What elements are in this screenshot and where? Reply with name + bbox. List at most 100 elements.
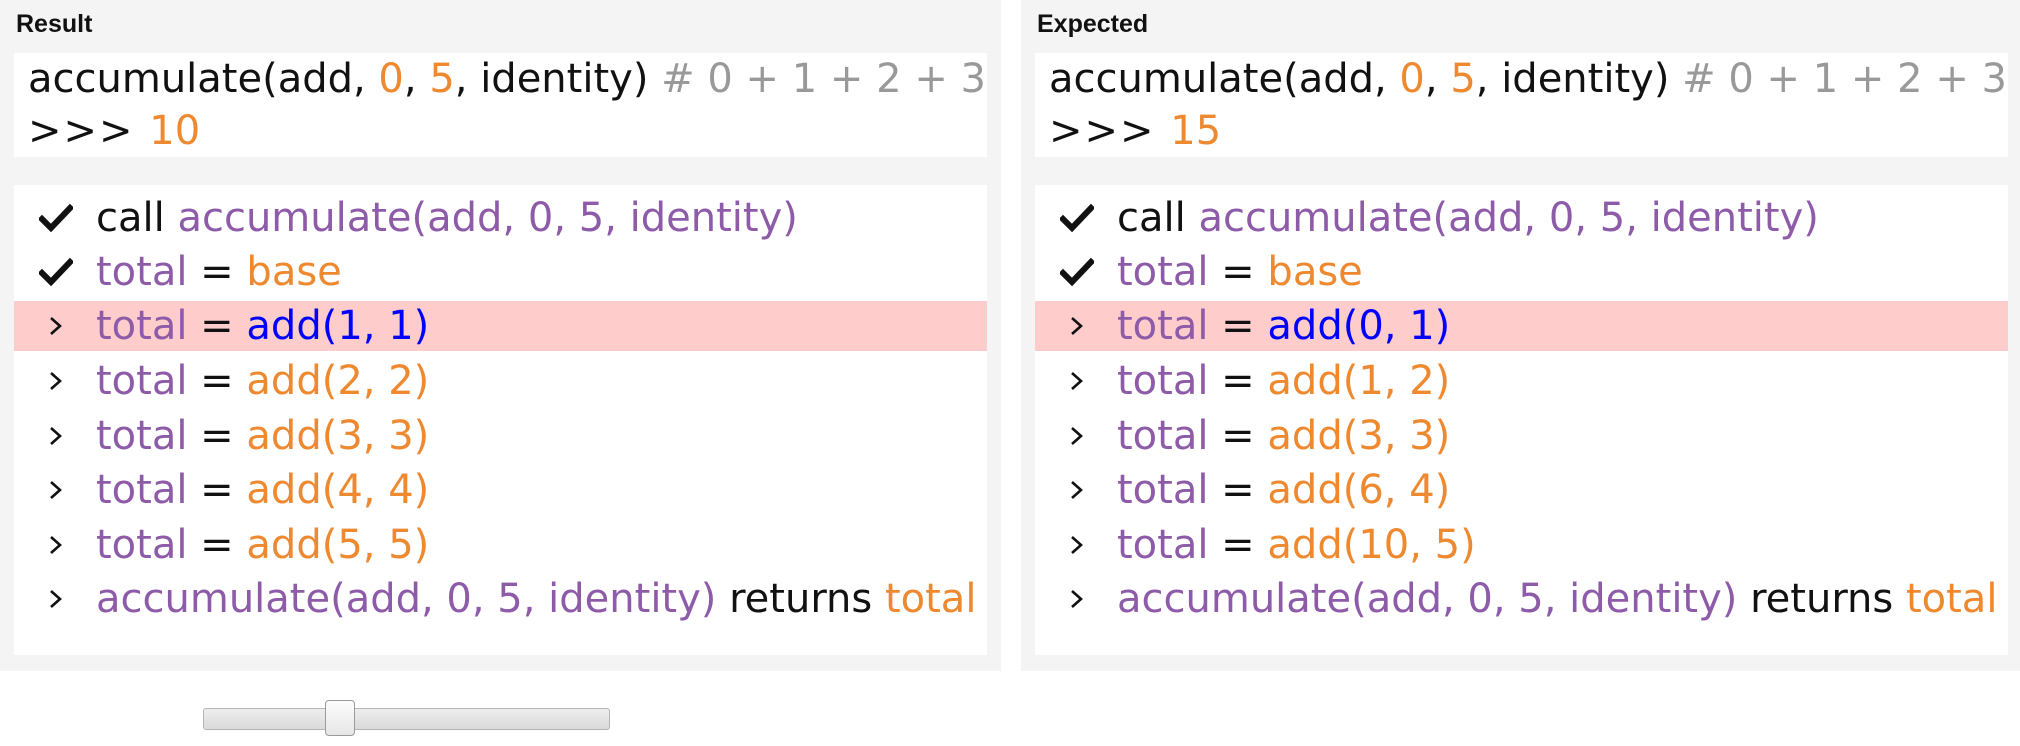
- result-code-box: accumulate(add, 0, 5, identity) # 0 + 1 …: [14, 53, 987, 157]
- trace-token: total: [1117, 358, 1209, 404]
- trace-token: total: [1117, 303, 1209, 349]
- trace-token: total: [96, 413, 188, 459]
- trace-token: add(6, 4): [1267, 467, 1451, 513]
- trace-token: total: [1117, 249, 1209, 295]
- trace-token: add(1, 1): [246, 303, 430, 349]
- result-trace: call accumulate(add, 0, 5, identity) tota…: [14, 185, 987, 655]
- trace-token: returns: [1737, 576, 1906, 622]
- result-panel: Result accumulate(add, 0, 5, identity) #…: [0, 0, 1001, 671]
- chevron-right-icon[interactable]: [1057, 356, 1097, 406]
- trace-row-text: total = add(10, 5): [1117, 520, 1476, 570]
- trace-token: =: [1208, 249, 1268, 295]
- expected-output-value: 15: [1170, 108, 1222, 154]
- step-slider[interactable]: [203, 700, 610, 736]
- expected-code-box: accumulate(add, 0, 5, identity) # 0 + 1 …: [1035, 53, 2008, 157]
- trace-token: =: [187, 413, 247, 459]
- trace-token: add(3, 3): [246, 413, 430, 459]
- expected-trace-row[interactable]: total = add(0, 1): [1035, 301, 2008, 351]
- trace-token: total: [884, 576, 977, 622]
- trace-token: total: [1117, 467, 1209, 513]
- trace-row-text: total = add(3, 3): [96, 411, 429, 461]
- expected-code-output: >>> 15: [1049, 108, 1222, 154]
- chevron-right-icon[interactable]: [1057, 465, 1097, 515]
- result-trace-row[interactable]: total = add(2, 2): [14, 356, 987, 406]
- expected-code-comment: # 0 + 1 + 2 + 3 + 4 + 5: [1682, 56, 2008, 102]
- chevron-right-icon[interactable]: [36, 465, 76, 515]
- trace-token: total: [96, 249, 188, 295]
- trace-token: =: [1208, 303, 1268, 349]
- checkmark-icon: [36, 247, 76, 297]
- trace-token: =: [1208, 467, 1268, 513]
- chevron-right-icon[interactable]: [1057, 411, 1097, 461]
- trace-token: =: [187, 522, 247, 568]
- trace-token: =: [187, 303, 247, 349]
- expected-trace-row[interactable]: total = add(3, 3): [1035, 411, 2008, 461]
- chevron-right-icon[interactable]: [36, 301, 76, 351]
- chevron-right-icon[interactable]: [36, 574, 76, 624]
- chevron-right-icon[interactable]: [1057, 520, 1097, 570]
- chevron-right-icon[interactable]: [36, 356, 76, 406]
- expected-title: Expected: [1037, 10, 1149, 38]
- checkmark-icon: [1057, 193, 1097, 243]
- trace-token: total: [96, 303, 188, 349]
- trace-row-text: total = add(3, 3): [1117, 411, 1450, 461]
- trace-token: total: [96, 522, 188, 568]
- trace-token: total: [1117, 413, 1209, 459]
- trace-row-text: accumulate(add, 0, 5, identity) returns …: [96, 574, 976, 624]
- result-trace-row[interactable]: total = add(5, 5): [14, 520, 987, 570]
- trace-row-text: total = add(0, 1): [1117, 301, 1450, 351]
- expected-trace-row[interactable]: call accumulate(add, 0, 5, identity): [1035, 193, 2008, 243]
- trace-token: add(0, 1): [1267, 303, 1451, 349]
- trace-row-text: call accumulate(add, 0, 5, identity): [1117, 193, 1819, 243]
- result-code-comment: # 0 + 1 + 2 + 3 + 4 + 5: [661, 56, 987, 102]
- trace-token: add(3, 3): [1267, 413, 1451, 459]
- trace-token: accumulate(add, 0, 5, identity): [96, 576, 717, 622]
- trace-token: add(4, 4): [246, 467, 430, 513]
- trace-row-text: total = add(4, 4): [96, 465, 429, 515]
- trace-token: base: [1267, 249, 1363, 295]
- result-trace-row[interactable]: call accumulate(add, 0, 5, identity): [14, 193, 987, 243]
- expected-trace-row[interactable]: total = add(6, 4): [1035, 465, 2008, 515]
- expected-trace-row[interactable]: total = add(1, 2): [1035, 356, 2008, 406]
- expected-trace-row[interactable]: total = add(10, 5): [1035, 520, 2008, 570]
- trace-row-text: total = add(1, 1): [96, 301, 429, 351]
- step-slider-thumb[interactable]: [325, 700, 355, 736]
- chevron-right-icon[interactable]: [1057, 301, 1097, 351]
- trace-row-text: call accumulate(add, 0, 5, identity): [96, 193, 798, 243]
- expected-trace: call accumulate(add, 0, 5, identity) tota…: [1035, 185, 2008, 655]
- trace-row-text: total = add(1, 2): [1117, 356, 1450, 406]
- chevron-right-icon[interactable]: [36, 411, 76, 461]
- chevron-right-icon[interactable]: [36, 520, 76, 570]
- trace-token: call: [96, 195, 178, 241]
- trace-token: total: [1117, 522, 1209, 568]
- result-code-call: accumulate(add, 0, 5, identity) # 0 + 1 …: [28, 53, 987, 105]
- trace-token: call: [1117, 195, 1199, 241]
- result-trace-row[interactable]: accumulate(add, 0, 5, identity) returns …: [14, 574, 987, 624]
- result-trace-row[interactable]: total = add(1, 1): [14, 301, 987, 351]
- trace-row-text: total = base: [96, 247, 342, 297]
- trace-token: =: [187, 358, 247, 404]
- chevron-right-icon[interactable]: [1057, 574, 1097, 624]
- trace-token: add(1, 2): [1267, 358, 1451, 404]
- checkmark-icon: [1057, 247, 1097, 297]
- expected-trace-row[interactable]: total = base: [1035, 247, 2008, 297]
- trace-token: =: [187, 467, 247, 513]
- result-trace-row[interactable]: total = add(4, 4): [14, 465, 987, 515]
- trace-token: total: [96, 358, 188, 404]
- trace-token: =: [1208, 413, 1268, 459]
- trace-token: accumulate(add, 0, 5, identity): [177, 195, 798, 241]
- trace-row-text: accumulate(add, 0, 5, identity) returns …: [1117, 574, 1997, 624]
- trace-token: total: [96, 467, 188, 513]
- trace-token: add(10, 5): [1267, 522, 1476, 568]
- result-trace-row[interactable]: total = add(3, 3): [14, 411, 987, 461]
- checkmark-icon: [36, 193, 76, 243]
- trace-token: =: [1208, 522, 1268, 568]
- expected-trace-row[interactable]: accumulate(add, 0, 5, identity) returns …: [1035, 574, 2008, 624]
- result-output-value: 10: [149, 108, 201, 154]
- trace-row-text: total = add(5, 5): [96, 520, 429, 570]
- trace-token: base: [246, 249, 342, 295]
- trace-token: accumulate(add, 0, 5, identity): [1117, 576, 1738, 622]
- trace-row-text: total = add(6, 4): [1117, 465, 1450, 515]
- result-trace-row[interactable]: total = base: [14, 247, 987, 297]
- trace-token: =: [1208, 358, 1268, 404]
